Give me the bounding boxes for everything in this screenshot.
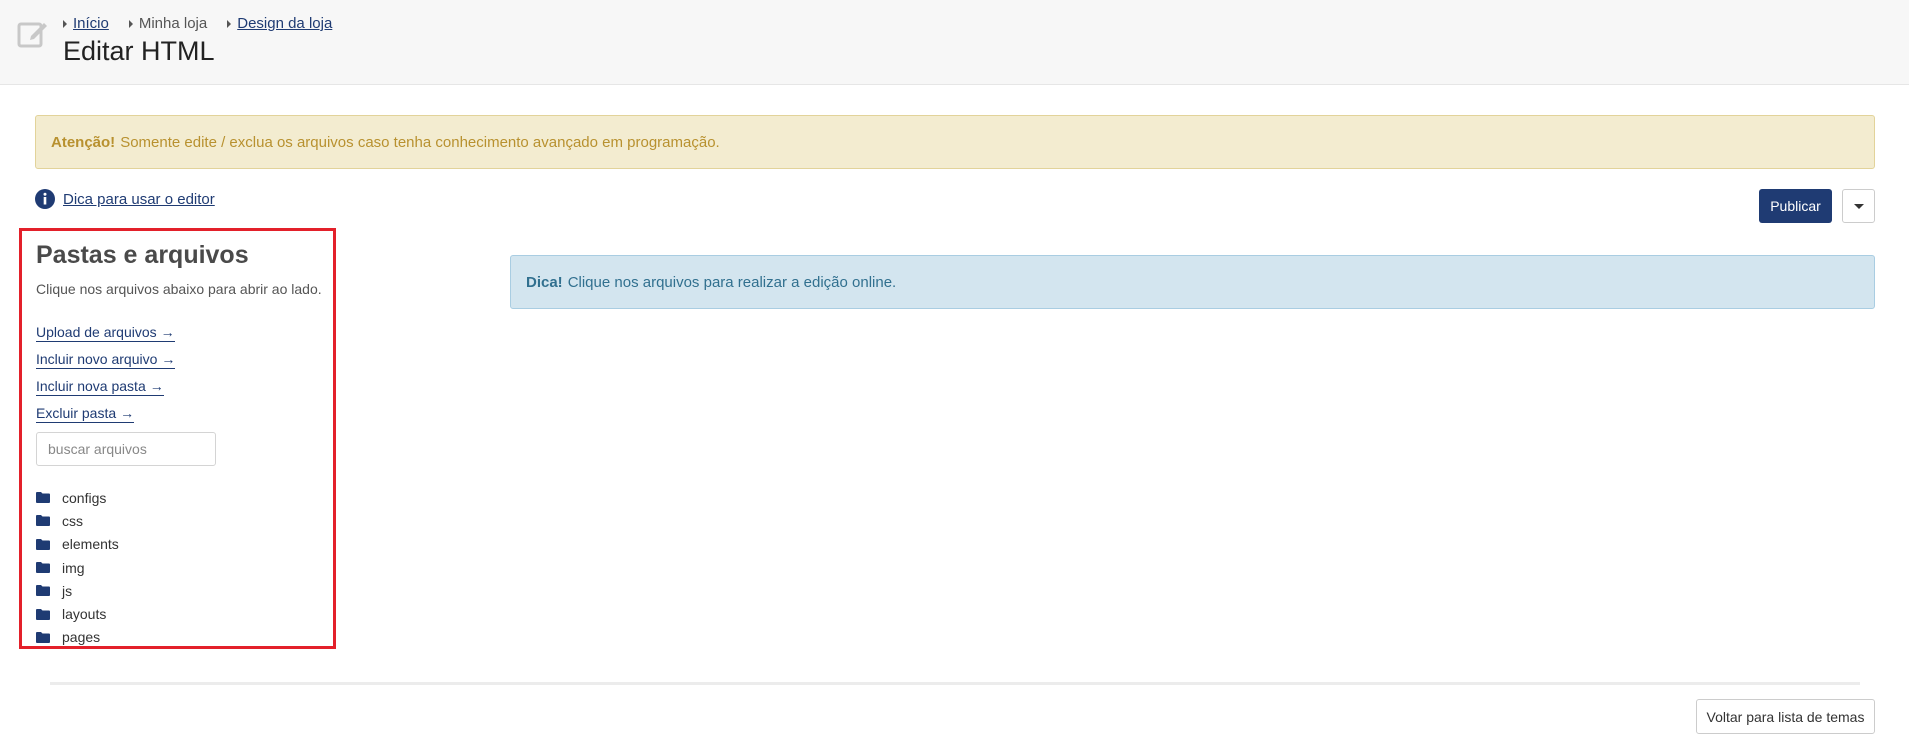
- folder-icon: [36, 562, 50, 574]
- upload-files-label: Upload de arquivos: [36, 324, 157, 340]
- warning-text: Somente edite / exclua os arquivos caso …: [120, 133, 720, 151]
- folder-label: configs: [62, 489, 107, 506]
- arrow-right-icon: →: [120, 405, 135, 421]
- folder-item-js[interactable]: js: [36, 579, 119, 602]
- upload-files-link[interactable]: Upload de arquivos →: [36, 324, 175, 342]
- folder-item-pages[interactable]: pages: [36, 626, 119, 649]
- warning-alert: Atenção! Somente edite / exclua os arqui…: [35, 115, 1875, 169]
- arrow-right-icon: →: [160, 324, 175, 340]
- delete-folder-label: Excluir pasta: [36, 405, 117, 421]
- folder-icon: [36, 585, 50, 597]
- folder-label: elements: [62, 536, 119, 553]
- files-panel: Pastas e arquivos Clique nos arquivos ab…: [19, 228, 336, 649]
- info-text: Clique nos arquivos para realizar a ediç…: [567, 273, 897, 291]
- breadcrumb-item-inicio: Início: [63, 15, 109, 32]
- page-header: Início Minha loja Design da loja Editar …: [0, 0, 1909, 85]
- folder-item-layouts[interactable]: layouts: [36, 602, 119, 625]
- folder-item-configs[interactable]: configs: [36, 486, 119, 509]
- folder-icon: [36, 492, 50, 504]
- caret-right-icon: [227, 19, 232, 28]
- warning-strong: Atenção!: [51, 133, 116, 151]
- arrow-right-icon: →: [161, 351, 176, 367]
- folder-list: configs css elements img js layouts page…: [36, 486, 119, 649]
- breadcrumb: Início Minha loja Design da loja: [63, 15, 332, 32]
- folder-icon: [36, 515, 50, 527]
- folder-item-img[interactable]: img: [36, 556, 119, 579]
- info-icon: [35, 189, 55, 209]
- folder-icon: [36, 538, 50, 550]
- add-file-label: Incluir novo arquivo: [36, 351, 158, 367]
- breadcrumb-link-design-da-loja[interactable]: Design da loja: [237, 15, 332, 32]
- add-folder-label: Incluir nova pasta: [36, 378, 146, 394]
- search-files-input[interactable]: [36, 432, 216, 466]
- breadcrumb-link-inicio[interactable]: Início: [73, 15, 109, 32]
- publish-button[interactable]: Publicar: [1759, 189, 1832, 223]
- back-to-themes-button[interactable]: Voltar para lista de temas: [1696, 699, 1875, 734]
- breadcrumb-item-minha-loja: Minha loja: [128, 15, 208, 32]
- edit-icon: [17, 22, 47, 48]
- folder-icon: [36, 608, 50, 620]
- folder-item-elements[interactable]: elements: [36, 533, 119, 556]
- files-panel-title: Pastas e arquivos: [36, 241, 249, 269]
- delete-folder-link[interactable]: Excluir pasta →: [36, 405, 135, 423]
- caret-down-icon: [1853, 203, 1864, 209]
- caret-right-icon: [63, 19, 67, 28]
- arrow-right-icon: →: [149, 378, 164, 394]
- editor-tip-link[interactable]: Dica para usar o editor: [63, 191, 215, 208]
- folder-label: css: [62, 512, 83, 529]
- files-panel-description: Clique nos arquivos abaixo para abrir ao…: [36, 281, 322, 297]
- editor-tip-row: Dica para usar o editor: [35, 189, 215, 209]
- folder-label: layouts: [62, 606, 107, 623]
- publish-options-dropdown-button[interactable]: [1842, 189, 1875, 223]
- add-file-link[interactable]: Incluir novo arquivo →: [36, 351, 176, 369]
- info-strong: Dica!: [526, 273, 563, 291]
- folder-label: img: [62, 559, 85, 576]
- footer-divider: [50, 682, 1860, 685]
- folder-label: pages: [62, 629, 101, 646]
- folder-label: js: [62, 582, 73, 599]
- caret-right-icon: [128, 19, 133, 28]
- page-title: Editar HTML: [63, 36, 215, 66]
- breadcrumb-text-minha-loja: Minha loja: [138, 15, 208, 32]
- folder-item-css[interactable]: css: [36, 509, 119, 532]
- info-alert: Dica! Clique nos arquivos para realizar …: [510, 255, 1875, 309]
- add-folder-link[interactable]: Incluir nova pasta →: [36, 378, 164, 396]
- breadcrumb-item-design-da-loja: Design da loja: [227, 15, 332, 32]
- folder-icon: [36, 631, 50, 643]
